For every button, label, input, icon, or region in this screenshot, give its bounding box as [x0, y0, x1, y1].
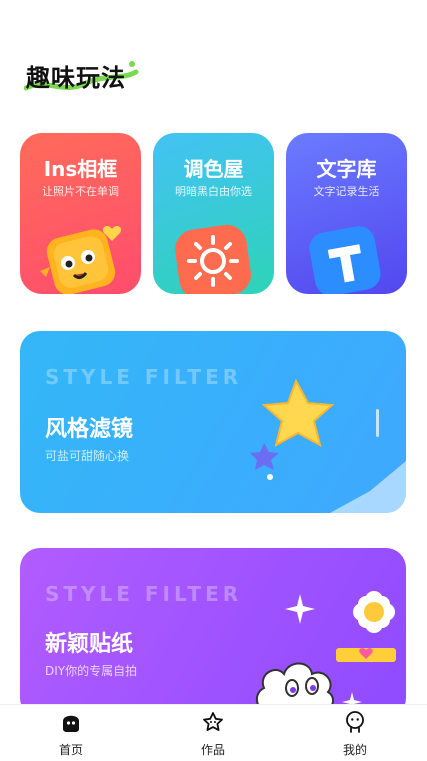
new-sticker-banner[interactable]: STYLE FILTER 新颖贴纸 DIY你的专属自拍 — [20, 548, 406, 718]
star-icon — [250, 378, 406, 513]
banner-title: 新颖贴纸 — [45, 632, 134, 657]
style-filter-banner[interactable]: STYLE FILTER 风格滤镜 可盐可甜随心换 — [20, 331, 406, 513]
card-title: Ins相框 — [43, 157, 118, 181]
yellow-monster-icon — [40, 226, 122, 294]
banner-en-label: STYLE FILTER — [45, 582, 243, 606]
card-title: 文字库 — [316, 157, 377, 181]
banner-title: 风格滤镜 — [45, 417, 134, 442]
banner-subtitle: DIY你的专属自拍 — [45, 664, 138, 678]
page-title: 趣味玩法 — [26, 64, 126, 92]
text-library-card[interactable]: 文字库 文字记录生活 — [286, 133, 407, 294]
tab-label: 首页 — [58, 743, 83, 757]
card-subtitle: 明暗黑白由你选 — [175, 185, 252, 198]
tab-label: 作品 — [200, 743, 225, 757]
banner-subtitle: 可盐可甜随心换 — [45, 449, 130, 463]
tab-works[interactable]: 作品 — [173, 705, 253, 761]
sun-icon — [175, 224, 251, 294]
star-outline-icon — [203, 712, 223, 731]
ins-frame-card[interactable]: Ins相框 让照片不在单调 — [20, 133, 141, 294]
color-house-card[interactable]: 调色屋 明暗黑白由你选 — [153, 133, 274, 294]
card-subtitle: 让照片不在单调 — [42, 185, 119, 198]
tab-profile[interactable]: 我的 — [315, 705, 395, 761]
letter-t-icon — [309, 226, 381, 294]
cloud-sticker-icon — [255, 591, 396, 713]
tab-label: 我的 — [342, 743, 367, 757]
profile-icon — [346, 711, 364, 733]
bottom-tab-bar: 首页 作品 我的 — [0, 704, 427, 761]
card-title: 调色屋 — [183, 157, 244, 181]
tab-home[interactable]: 首页 — [31, 705, 111, 761]
banner-en-label: STYLE FILTER — [45, 365, 243, 389]
card-subtitle: 文字记录生活 — [313, 185, 380, 198]
home-icon — [63, 715, 79, 732]
